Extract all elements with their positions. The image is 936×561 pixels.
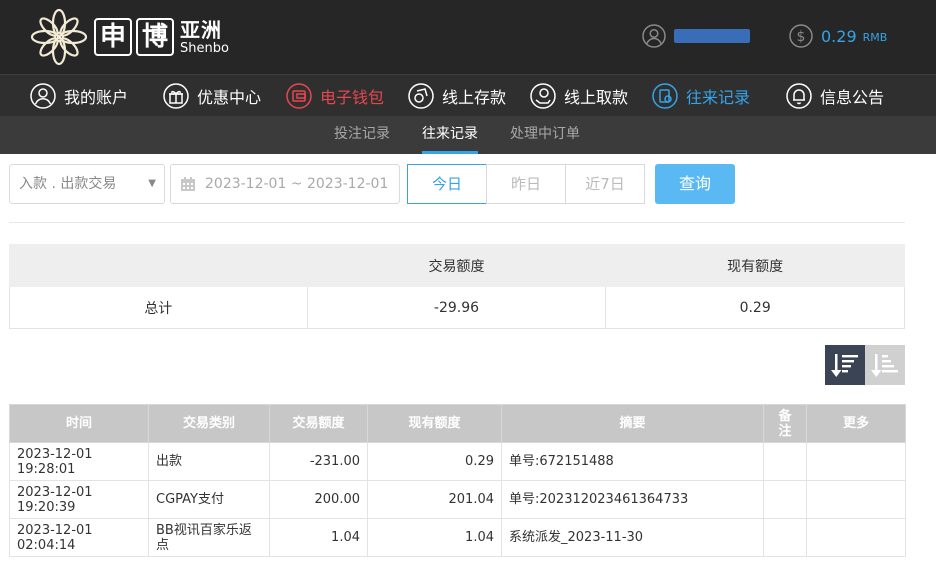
- cell-remark: [763, 480, 807, 519]
- user-account[interactable]: [642, 24, 750, 48]
- tab-pending-orders[interactable]: 处理中订单: [510, 116, 580, 154]
- bell-icon: [786, 83, 812, 109]
- nav-label: 信息公告: [820, 88, 885, 107]
- user-icon: [642, 24, 666, 48]
- col-header-amount: 交易额度: [269, 404, 368, 443]
- summary-header-row: 交易额度 现有额度: [9, 244, 905, 287]
- gift-icon: [163, 83, 189, 109]
- logo-cn: 亚洲: [180, 17, 222, 42]
- divider: [9, 222, 905, 223]
- nav-transaction-records[interactable]: 往来记录: [652, 75, 750, 117]
- cell-type: CGPAY支付: [148, 480, 270, 519]
- calendar-icon: [181, 177, 195, 191]
- sort-ascending-icon: [871, 354, 898, 377]
- flower-logo-icon: [30, 8, 88, 66]
- balance-display: $ 0.29 RMB: [789, 24, 887, 48]
- cell-remark: [763, 442, 807, 481]
- logo-text: 亚洲 Shenbo: [180, 19, 229, 56]
- cell-remark: [763, 518, 807, 557]
- summary-total-label: 总计: [9, 286, 308, 329]
- withdraw-icon: [530, 83, 556, 109]
- cell-balance: 201.04: [367, 480, 502, 519]
- nav-online-withdraw[interactable]: 线上取款: [530, 75, 628, 117]
- transaction-type-value: 入款 . 出款交易: [19, 176, 117, 192]
- table-row: 2023-12-01 19:28:01 出款 -231.00 0.29 单号:6…: [9, 442, 906, 481]
- brand-logo[interactable]: 申 博 亚洲 Shenbo: [28, 6, 229, 68]
- sort-descending-button[interactable]: [825, 345, 865, 385]
- cell-balance: 0.29: [367, 442, 502, 481]
- nav-label: 线上存款: [442, 88, 507, 107]
- last-7-days-button[interactable]: 近7日: [565, 164, 645, 204]
- summary-trade-total: -29.96: [306, 286, 607, 329]
- dropdown-arrow-icon: ▼: [148, 178, 156, 189]
- transaction-type-select[interactable]: 入款 . 出款交易 ▼: [9, 164, 165, 204]
- cell-summary: 单号:672151488: [501, 442, 764, 481]
- nav-label: 优惠中心: [197, 88, 262, 107]
- svg-text:$: $: [797, 29, 806, 45]
- balance-value: 0.29: [821, 26, 857, 46]
- summary-header-current: 现有额度: [605, 244, 905, 287]
- yesterday-button[interactable]: 昨日: [486, 164, 566, 204]
- tab-bet-records[interactable]: 投注记录: [334, 116, 390, 154]
- main-nav: 我的账户 优惠中心 电子钱包 线上存款 线上取款 往来记录 信息公告: [0, 74, 936, 116]
- cell-more[interactable]: [806, 518, 906, 557]
- cell-more[interactable]: [806, 442, 906, 481]
- nav-e-wallet[interactable]: 电子钱包: [286, 75, 384, 117]
- summary-header-blank: [9, 244, 308, 287]
- today-button[interactable]: 今日: [407, 164, 487, 204]
- cell-balance: 1.04: [367, 518, 502, 557]
- cell-time: 2023-12-01 02:04:14: [9, 518, 149, 557]
- summary-header-trade: 交易额度: [306, 244, 607, 287]
- nav-promotions[interactable]: 优惠中心: [163, 75, 261, 117]
- cell-time: 2023-12-01 19:20:39: [9, 480, 149, 519]
- sub-nav: 投注记录 往来记录 处理中订单: [0, 116, 936, 154]
- records-icon: [652, 83, 678, 109]
- summary-table: 交易额度 现有额度 总计 -29.96 0.29: [9, 244, 905, 329]
- table-row: 2023-12-01 02:04:14 BB视讯百家乐返点 1.04 1.04 …: [9, 518, 906, 557]
- records-table: 时间 交易类别 交易额度 现有额度 摘要 备注 更多 2023-12-01 19…: [9, 404, 906, 557]
- nav-label: 往来记录: [686, 88, 751, 107]
- cell-more[interactable]: [806, 480, 906, 519]
- logo-char-2: 博: [136, 18, 174, 56]
- cell-summary: 系统派发_2023-11-30: [501, 518, 764, 557]
- sort-ascending-button[interactable]: [865, 345, 905, 385]
- date-range-input[interactable]: 2023-12-01 ~ 2023-12-01: [170, 164, 400, 204]
- query-button[interactable]: 查询: [655, 164, 735, 204]
- records-header-row: 时间 交易类别 交易额度 现有额度 摘要 备注 更多: [9, 404, 906, 443]
- logo-char-1: 申: [94, 18, 132, 56]
- cell-type: 出款: [148, 442, 270, 481]
- summary-total-row: 总计 -29.96 0.29: [9, 286, 905, 329]
- cell-amount: 1.04: [269, 518, 368, 557]
- tab-transaction-records[interactable]: 往来记录: [422, 116, 478, 154]
- cell-time: 2023-12-01 19:28:01: [9, 442, 149, 481]
- dollar-coin-icon: $: [789, 24, 813, 48]
- col-header-more: 更多: [806, 404, 906, 443]
- username-redacted: [674, 29, 750, 43]
- summary-current-total: 0.29: [605, 286, 905, 329]
- wallet-icon: [286, 83, 312, 109]
- logo-en: Shenbo: [180, 40, 229, 56]
- table-row: 2023-12-01 19:20:39 CGPAY支付 200.00 201.0…: [9, 480, 906, 519]
- cell-amount: -231.00: [269, 442, 368, 481]
- col-header-type: 交易类别: [148, 404, 270, 443]
- nav-label: 电子钱包: [320, 88, 385, 107]
- col-header-time: 时间: [9, 404, 149, 443]
- cell-summary: 单号:202312023461364733: [501, 480, 764, 519]
- nav-label: 我的账户: [64, 88, 129, 107]
- sort-descending-icon: [831, 354, 858, 377]
- deposit-icon: [408, 83, 434, 109]
- nav-announcements[interactable]: 信息公告: [786, 75, 884, 117]
- top-header: 申 博 亚洲 Shenbo $ 0.29 RMB: [0, 0, 936, 74]
- date-range-value: 2023-12-01 ~ 2023-12-01: [205, 176, 389, 192]
- cell-amount: 200.00: [269, 480, 368, 519]
- user-icon: [30, 83, 56, 109]
- col-header-balance: 现有额度: [367, 404, 502, 443]
- nav-label: 线上取款: [564, 88, 629, 107]
- nav-my-account[interactable]: 我的账户: [30, 75, 128, 117]
- balance-currency: RMB: [862, 31, 888, 44]
- col-header-summary: 摘要: [501, 404, 764, 443]
- nav-online-deposit[interactable]: 线上存款: [408, 75, 506, 117]
- cell-type: BB视讯百家乐返点: [148, 518, 270, 557]
- col-header-remark: 备注: [763, 404, 807, 443]
